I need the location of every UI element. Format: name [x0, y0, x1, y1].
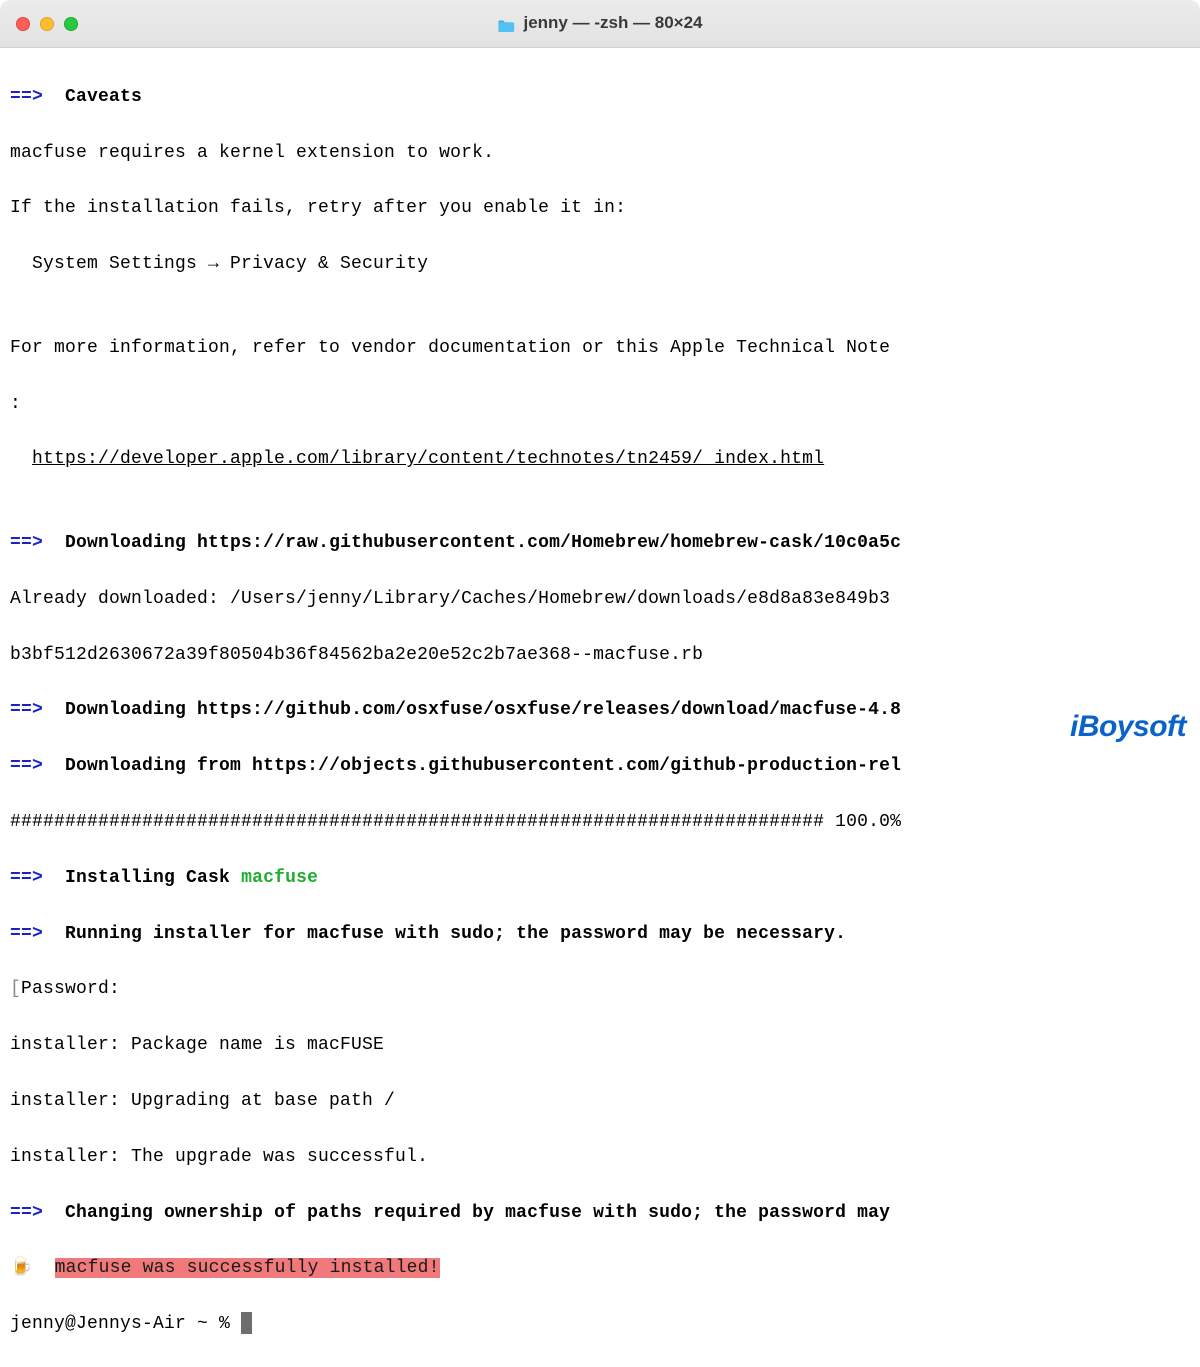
output-arrow: ==>	[10, 533, 43, 553]
bracket-icon: [	[10, 979, 21, 999]
window-title: jenny — -zsh — 80×24	[497, 10, 702, 36]
output-indent	[10, 449, 32, 469]
progress-bar: ########################################…	[10, 809, 1190, 837]
traffic-lights	[16, 17, 78, 31]
window-title-text: jenny — -zsh — 80×24	[523, 10, 702, 36]
terminal-output[interactable]: ==> Caveats macfuse requires a kernel ex…	[0, 48, 1200, 1367]
maximize-icon[interactable]	[64, 17, 78, 31]
output-line: installer: Upgrading at base path /	[10, 1088, 1190, 1116]
output-line: System Settings → Privacy & Security	[10, 251, 1190, 279]
output-link[interactable]: https://developer.apple.com/library/cont…	[32, 449, 824, 469]
success-message: macfuse was successfully installed!	[55, 1258, 440, 1278]
output-line: installer: The upgrade was successful.	[10, 1144, 1190, 1172]
close-icon[interactable]	[16, 17, 30, 31]
output-arrow: ==>	[10, 700, 43, 720]
running-installer: Running installer for macfuse with sudo;…	[65, 924, 846, 944]
changing-ownership: Changing ownership of paths required by …	[65, 1203, 890, 1223]
password-prompt[interactable]: Password:	[21, 979, 120, 999]
output-arrow: ==>	[10, 924, 43, 944]
output-arrow: ==>	[10, 1203, 43, 1223]
shell-prompt[interactable]: jenny@Jennys-Air ~ %	[10, 1314, 241, 1334]
window-titlebar: jenny — -zsh — 80×24	[0, 0, 1200, 48]
output-arrow: ==>	[10, 756, 43, 776]
output-line: macfuse requires a kernel extension to w…	[10, 140, 1190, 168]
downloading-line: Downloading https://raw.githubuserconten…	[65, 533, 901, 553]
output-line: For more information, refer to vendor do…	[10, 335, 1190, 363]
downloading-line: Downloading https://github.com/osxfuse/o…	[65, 700, 901, 720]
output-line: :	[10, 391, 1190, 419]
output-line: If the installation fails, retry after y…	[10, 195, 1190, 223]
cask-name: macfuse	[241, 868, 318, 888]
beer-icon: 🍺	[10, 1258, 55, 1278]
folder-icon	[497, 16, 515, 32]
output-line: installer: Package name is macFUSE	[10, 1032, 1190, 1060]
downloading-line: Downloading from https://objects.githubu…	[65, 756, 901, 776]
output-arrow: ==>	[10, 87, 43, 107]
output-arrow: ==>	[10, 868, 43, 888]
output-line: b3bf512d2630672a39f80504b36f84562ba2e20e…	[10, 642, 1190, 670]
installing-text: Installing Cask	[65, 868, 241, 888]
caveats-heading: Caveats	[65, 87, 142, 107]
cursor-icon	[241, 1312, 252, 1334]
output-line: Already downloaded: /Users/jenny/Library…	[10, 586, 1190, 614]
minimize-icon[interactable]	[40, 17, 54, 31]
